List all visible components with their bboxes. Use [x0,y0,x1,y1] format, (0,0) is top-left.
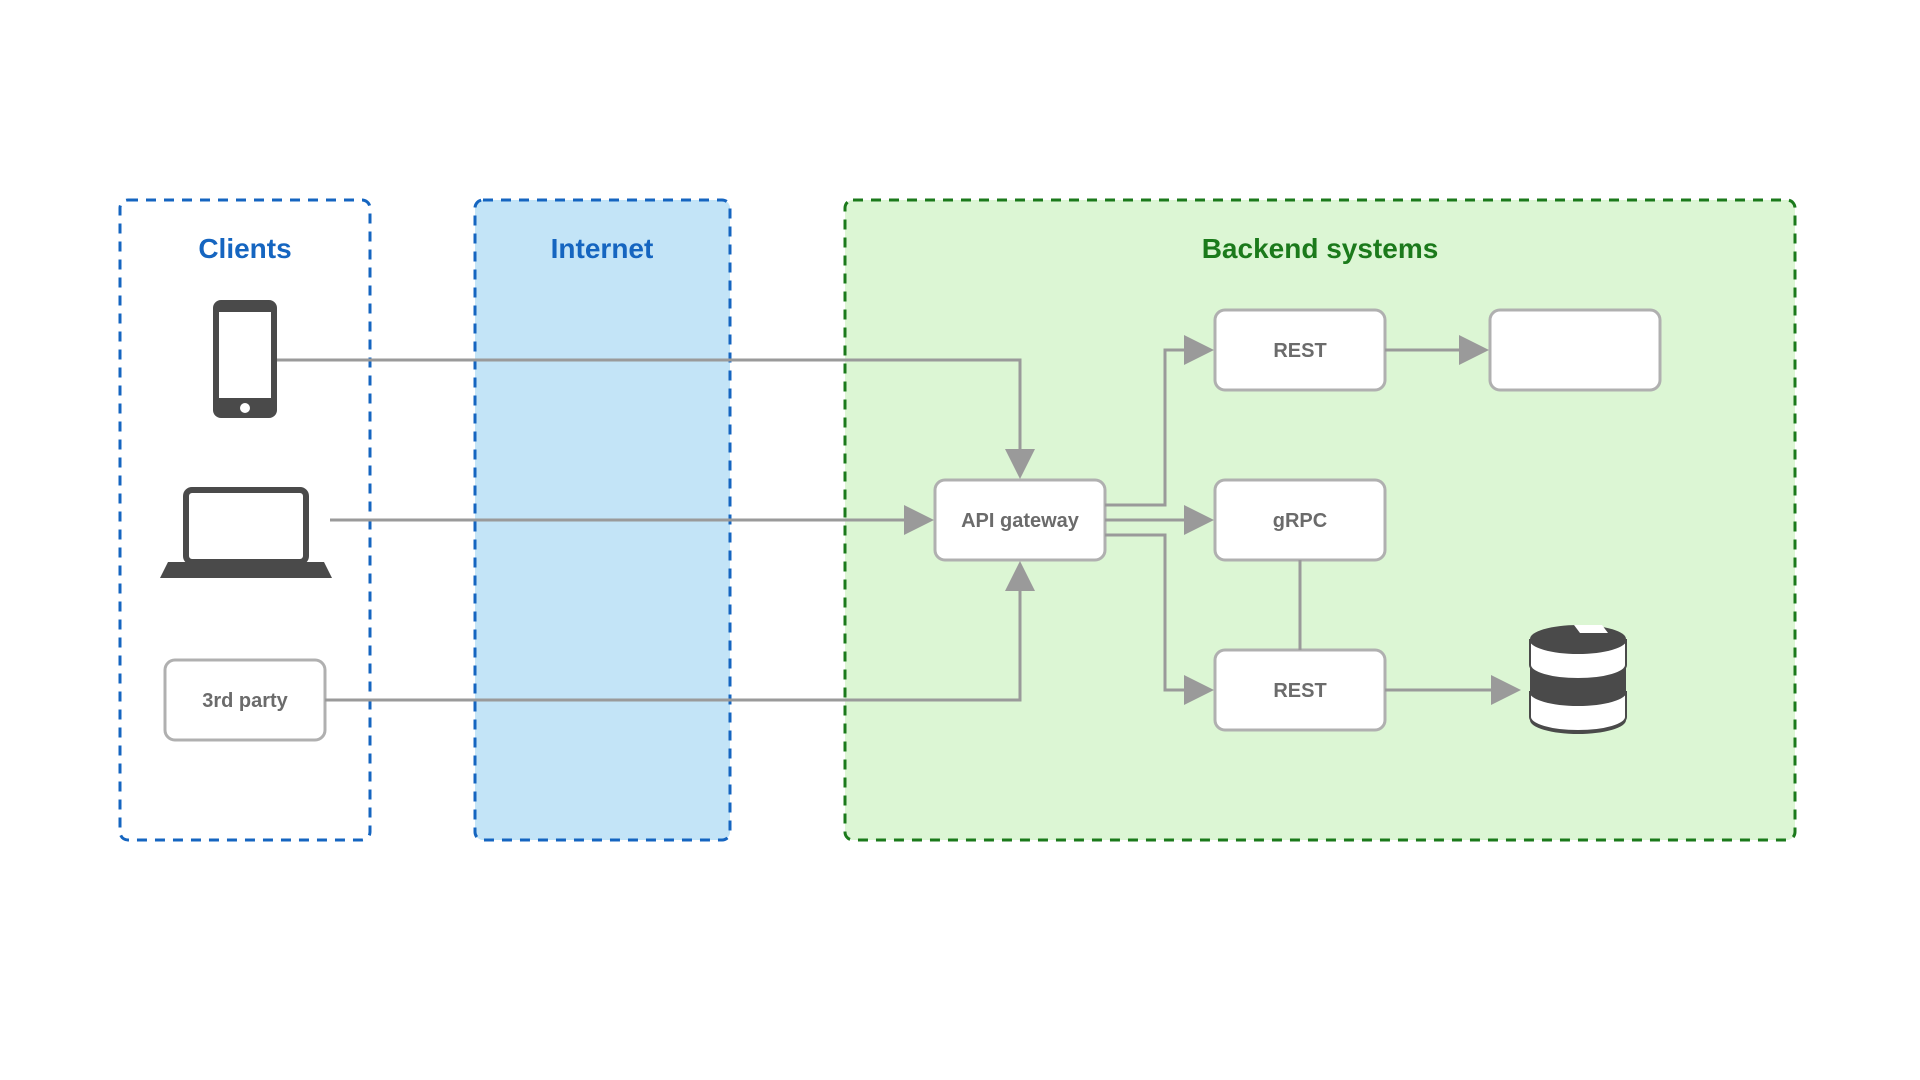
empty-node [1490,310,1660,390]
rest-bottom-label: REST [1273,680,1326,702]
rest-bottom-node: REST [1215,650,1385,730]
clients-title: Clients [198,233,291,264]
api-gateway-label: API gateway [961,510,1080,532]
grpc-label: gRPC [1273,510,1327,532]
rest-top-node: REST [1215,310,1385,390]
smartphone-icon [213,300,277,418]
third-party-label: 3rd party [202,690,288,712]
architecture-diagram: Clients 3rd party Internet Backend syste… [0,0,1920,1080]
api-gateway-node: API gateway [935,480,1105,560]
grpc-node: gRPC [1215,480,1385,560]
internet-title: Internet [551,233,654,264]
database-icon [1530,625,1626,734]
backend-title: Backend systems [1202,233,1439,264]
backend-zone: Backend systems API gateway REST gRPC RE… [845,200,1795,840]
laptop-icon [160,490,332,578]
third-party-node: 3rd party [165,660,325,740]
rest-top-label: REST [1273,340,1326,362]
